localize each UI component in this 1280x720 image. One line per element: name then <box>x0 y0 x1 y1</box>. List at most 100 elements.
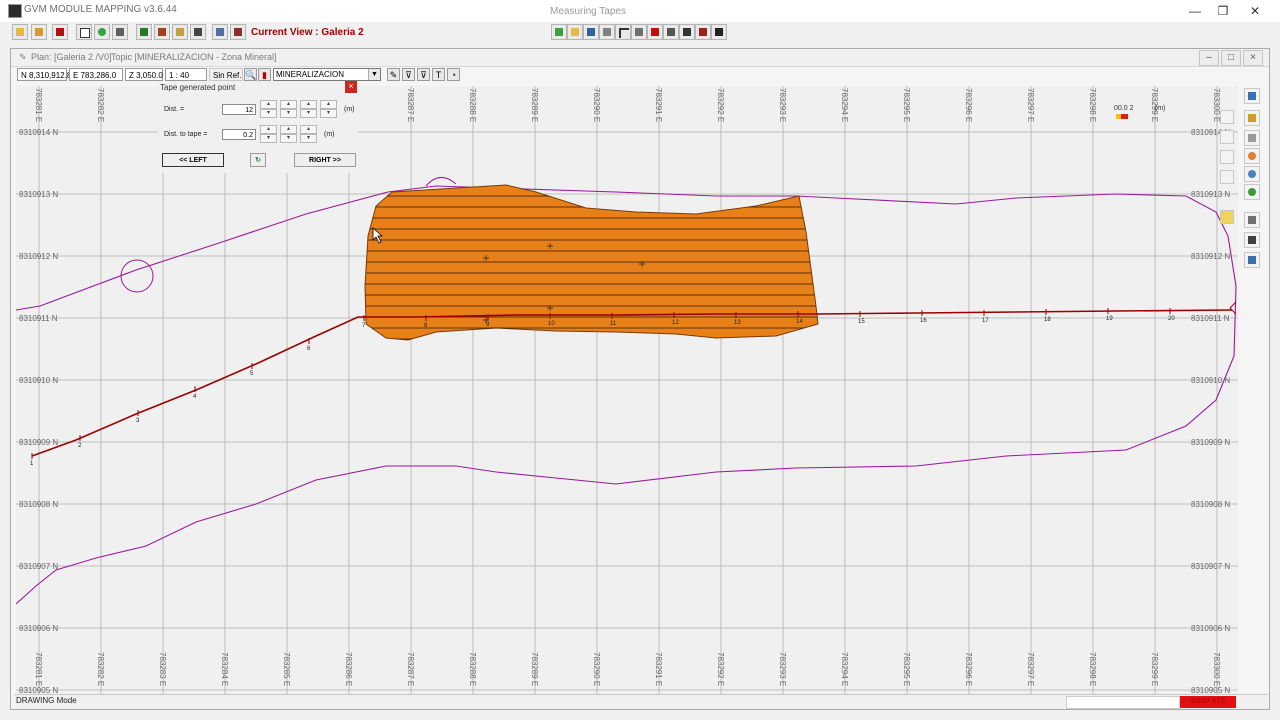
hand-icon[interactable] <box>1244 148 1260 164</box>
pick-tool-icon[interactable] <box>1220 110 1234 124</box>
tape-spin-up-1[interactable]: ▴ <box>260 125 277 134</box>
screen-icon[interactable] <box>1244 252 1260 268</box>
grid-icon[interactable] <box>172 24 188 40</box>
north-coordinate-label: 8310912 N <box>1191 252 1230 261</box>
tape-spin-down-3[interactable]: ▾ <box>300 134 317 143</box>
zoom-icon[interactable] <box>1244 166 1260 182</box>
dist-to-tape-input[interactable]: 0.2 <box>222 129 256 140</box>
zoom-ref-icon[interactable]: 🔍 <box>244 68 257 81</box>
cut-tool-icon[interactable] <box>1220 170 1234 184</box>
export-icon[interactable] <box>230 24 246 40</box>
printer-icon[interactable] <box>1244 232 1260 248</box>
survey-icon[interactable] <box>154 24 170 40</box>
dist-spin-up-3[interactable]: ▴ <box>300 100 317 109</box>
globe-icon[interactable] <box>94 24 110 40</box>
child-minimize-button[interactable]: – <box>1199 50 1219 66</box>
open-icon[interactable] <box>12 24 28 40</box>
window-subtitle: Measuring Tapes <box>550 6 626 17</box>
tape-spin-down-2[interactable]: ▾ <box>280 134 297 143</box>
pencil-icon[interactable] <box>1244 110 1260 126</box>
section-tool-icon[interactable] <box>1220 150 1234 164</box>
snap-indicator[interactable]: SNAP XYZ <box>1180 696 1236 708</box>
scale-readout[interactable]: 1 : 40 <box>165 68 207 81</box>
edit-icon: ✎ <box>19 52 27 62</box>
filter-tool-icon[interactable]: ⊽ <box>402 68 415 81</box>
tape-tick-label: 1 <box>30 461 34 467</box>
open-tape-icon[interactable] <box>567 24 583 40</box>
filter-icon[interactable] <box>679 24 695 40</box>
dist-spin-up-2[interactable]: ▴ <box>280 100 297 109</box>
stop-icon[interactable] <box>52 24 68 40</box>
tape-settings-icon[interactable] <box>695 24 711 40</box>
corner-icon[interactable] <box>615 24 631 40</box>
title-bar: GVM MODULE MAPPING v3.6.44 Measuring Tap… <box>0 0 1280 23</box>
east-coordinate-label: 783298 E <box>1088 88 1097 122</box>
pointer-icon[interactable] <box>711 24 727 40</box>
save-tape-icon[interactable] <box>583 24 599 40</box>
formula-icon[interactable] <box>190 24 206 40</box>
close-button[interactable]: ✕ <box>1240 2 1270 20</box>
north-coordinate-label: 8310913 N <box>19 190 58 199</box>
tape-spin-down-1[interactable]: ▾ <box>260 134 277 143</box>
east-coordinate-label: 783290 E <box>592 652 601 686</box>
pen-tool-icon[interactable]: ✎ <box>387 68 400 81</box>
topic-select[interactable]: MINERALIZACION ▼ <box>273 68 381 81</box>
east-coordinate-label: 783293 E <box>778 88 787 122</box>
layers-tool-icon[interactable] <box>1220 130 1234 144</box>
dist-input[interactable]: 12 <box>222 104 256 115</box>
refresh-icon[interactable]: ↻ <box>250 153 266 167</box>
dist-spin-up-4[interactable]: ▴ <box>320 100 337 109</box>
palette-tool-icon[interactable]: ◔ <box>447 68 460 81</box>
dist-spin-up-1[interactable]: ▴ <box>260 100 277 109</box>
print-icon[interactable] <box>212 24 228 40</box>
delete-icon[interactable] <box>647 24 663 40</box>
chevron-down-icon[interactable]: ▼ <box>368 69 380 80</box>
text-tool-icon[interactable]: T <box>432 68 445 81</box>
child-close-button[interactable]: × <box>1243 50 1263 66</box>
tape-spin-up-3[interactable]: ▴ <box>300 125 317 134</box>
add-tape-icon[interactable] <box>551 24 567 40</box>
tools-icon[interactable] <box>112 24 128 40</box>
folder-icon[interactable] <box>31 24 47 40</box>
right-button[interactable]: RIGHT >> <box>294 153 356 167</box>
marker-icon[interactable]: ▮ <box>258 68 271 81</box>
tape-tick-label: 3 <box>136 418 140 424</box>
frame-icon[interactable] <box>76 24 92 40</box>
dist-spin-down-4[interactable]: ▾ <box>320 109 337 118</box>
minimize-button[interactable]: — <box>1180 2 1210 20</box>
folder-tool-icon[interactable] <box>1220 210 1234 224</box>
dist-spin-down-2[interactable]: ▾ <box>280 109 297 118</box>
east-coordinate-label: 783299 E <box>1150 652 1159 686</box>
left-button[interactable]: << LEFT <box>162 153 224 167</box>
east-coordinate-label: 783281 E <box>34 88 43 122</box>
link-icon[interactable] <box>631 24 647 40</box>
north-coordinate-label: 8310913 N <box>1191 190 1230 199</box>
reference-readout[interactable]: Sin Ref. <box>209 68 243 81</box>
measure-icon[interactable] <box>599 24 615 40</box>
dist-spin-down-1[interactable]: ▾ <box>260 109 277 118</box>
map-window-titlebar: ✎ Plan: [Galeria 2 /V0] Topic [MINERALIZ… <box>11 49 1269 67</box>
north-coordinate-label: 8310911 N <box>19 314 58 323</box>
north-coordinate-label: 8310908 N <box>1191 500 1230 509</box>
map-drawing[interactable]: 1234567 8 9 10 11 12 13 14 15 16 17 18 19 20 783281 E… <box>16 86 1238 694</box>
tape-spin-up-2[interactable]: ▴ <box>280 125 297 134</box>
north-coordinate-label: 8310908 N <box>19 500 58 509</box>
tape-dialog-close-icon[interactable]: × <box>345 81 357 93</box>
child-maximize-button[interactable]: □ <box>1221 50 1241 66</box>
print-preview-icon[interactable] <box>1244 88 1260 104</box>
select-icon[interactable] <box>1244 130 1260 146</box>
dist-unit: (m) <box>344 106 355 113</box>
maximize-button[interactable]: ❐ <box>1208 2 1238 20</box>
rotate-icon[interactable] <box>1244 184 1260 200</box>
east-coordinate-label: 783294 E <box>840 88 849 122</box>
tape-tick-label: 20 <box>1168 316 1175 322</box>
status-bar: DRAWING Mode SNAP XYZ <box>14 694 1268 709</box>
filter2-tool-icon[interactable]: ⊽ <box>417 68 430 81</box>
east-coordinate-label: 783291 E <box>654 652 663 686</box>
wrench-icon[interactable] <box>1244 212 1260 228</box>
layers-icon[interactable] <box>136 24 152 40</box>
join-icon[interactable] <box>663 24 679 40</box>
map-canvas[interactable]: 1 2 3 4 5 6 7 8 9 10 11 12 13 14 15 16 17 18 19 20 783281 E… <box>16 86 1238 694</box>
tape-tick-label: 19 <box>1106 316 1113 322</box>
dist-spin-down-3[interactable]: ▾ <box>300 109 317 118</box>
